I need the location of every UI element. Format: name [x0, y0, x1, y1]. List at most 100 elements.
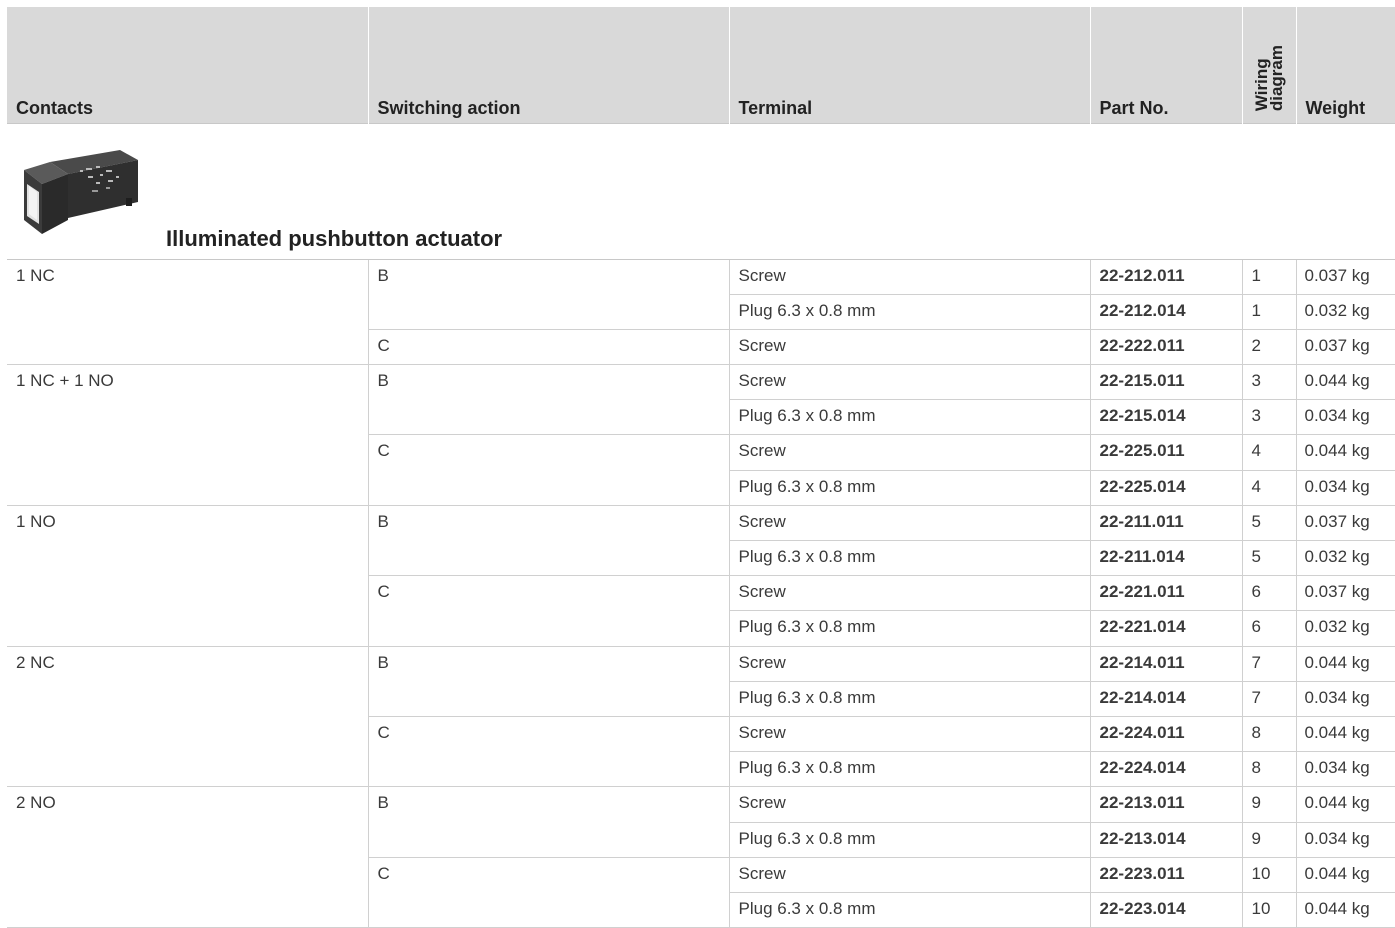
cell-contacts: [7, 751, 369, 788]
cell-contacts: 1 NO: [7, 504, 369, 541]
cell-wiring-diagram: 6: [1241, 610, 1297, 647]
cell-terminal: Plug 6.3 x 0.8 mm: [728, 293, 1091, 330]
cell-weight: 0.044 kg: [1295, 434, 1395, 471]
cell-wiring-diagram: 8: [1241, 751, 1297, 788]
cell-part-no: 22-212.011: [1089, 258, 1243, 295]
cell-weight: 0.032 kg: [1295, 539, 1395, 577]
cell-contacts: 1 NC + 1 NO: [7, 364, 369, 400]
cell-wiring-diagram: 5: [1241, 504, 1297, 542]
cell-switching-action: [367, 892, 730, 928]
cell-weight: 0.034 kg: [1295, 469, 1395, 506]
header-wiring-diagram-label: Wiring diagram: [1252, 45, 1286, 112]
section-header: Illuminated pushbutton actuator: [7, 124, 1395, 258]
cell-wiring-diagram: 4: [1241, 469, 1297, 506]
cell-switching-action: C: [367, 715, 730, 752]
cell-terminal: Plug 6.3 x 0.8 mm: [728, 751, 1091, 788]
cell-weight: 0.034 kg: [1295, 751, 1395, 788]
cell-wiring-diagram: 3: [1241, 399, 1297, 436]
cell-part-no: 22-215.011: [1089, 364, 1243, 401]
cell-contacts: [7, 540, 369, 576]
table-row: C Screw 22-222.011 2 0.037 kg: [7, 328, 1395, 366]
cell-contacts: [7, 470, 369, 506]
table-row: C Screw 22-221.011 6 0.037 kg: [7, 575, 1395, 612]
cell-wiring-diagram: 1: [1241, 258, 1297, 295]
cell-switching-action: [367, 540, 730, 577]
cell-part-no: 22-223.014: [1089, 891, 1243, 928]
cell-terminal: Screw: [728, 364, 1091, 401]
table-row: C Screw 22-225.011 4 0.044 kg: [7, 434, 1395, 471]
cell-part-no: 22-222.011: [1089, 328, 1243, 366]
cell-weight: 0.034 kg: [1295, 680, 1395, 717]
cell-part-no: 22-225.011: [1089, 434, 1243, 471]
cell-part-no: 22-211.011: [1089, 504, 1243, 542]
pushbutton-switch-product-image: [24, 150, 138, 234]
cell-part-no: 22-224.014: [1089, 751, 1243, 788]
section-title: Illuminated pushbutton actuator: [166, 226, 503, 251]
cell-weight: 0.037 kg: [1295, 328, 1395, 366]
cell-weight: 0.032 kg: [1295, 610, 1395, 647]
cell-switching-action: B: [367, 504, 730, 541]
header-part-no: Part No.: [1089, 7, 1243, 123]
cell-terminal: Plug 6.3 x 0.8 mm: [728, 891, 1091, 928]
cell-wiring-diagram: 8: [1241, 715, 1297, 753]
cell-terminal: Screw: [728, 328, 1091, 366]
cell-part-no: 22-214.014: [1089, 680, 1243, 717]
cell-terminal: Plug 6.3 x 0.8 mm: [728, 610, 1091, 647]
cell-part-no: 22-212.014: [1089, 293, 1243, 330]
cell-terminal: Plug 6.3 x 0.8 mm: [728, 399, 1091, 436]
cell-switching-action: [367, 681, 730, 717]
header-wiring-diagram: Wiring diagram: [1241, 7, 1297, 123]
cell-weight: 0.044 kg: [1295, 364, 1395, 401]
cell-contacts: [7, 857, 369, 893]
cell-contacts: [7, 434, 369, 471]
cell-wiring-diagram: 10: [1241, 891, 1297, 928]
header-switching-action: Switching action: [367, 7, 730, 123]
section-cell: Illuminated pushbutton actuator: [7, 122, 1395, 260]
cell-wiring-diagram: 3: [1241, 364, 1297, 401]
cell-contacts: [7, 892, 369, 928]
cell-terminal: Screw: [728, 856, 1091, 893]
cell-wiring-diagram: 7: [1241, 680, 1297, 717]
cell-switching-action: [367, 294, 730, 330]
cell-part-no: 22-214.011: [1089, 645, 1243, 682]
cell-terminal: Screw: [728, 645, 1091, 682]
cell-switching-action: [367, 822, 730, 858]
header-weight: Weight: [1295, 7, 1395, 123]
cell-terminal: Screw: [728, 258, 1091, 295]
table-row: C Screw 22-224.011 8 0.044 kg: [7, 715, 1395, 753]
header-row: Contacts Switching action Terminal Part …: [7, 7, 1395, 123]
table-row: Plug 6.3 x 0.8 mm 22-225.014 4 0.034 kg: [7, 469, 1395, 506]
table-row: Plug 6.3 x 0.8 mm 22-213.014 9 0.034 kg: [7, 821, 1395, 858]
cell-weight: 0.044 kg: [1295, 891, 1395, 928]
cell-weight: 0.034 kg: [1295, 821, 1395, 858]
cell-part-no: 22-213.014: [1089, 821, 1243, 858]
cell-weight: 0.037 kg: [1295, 258, 1395, 295]
cell-contacts: [7, 575, 369, 611]
cell-switching-action: B: [367, 786, 730, 822]
cell-wiring-diagram: 9: [1241, 786, 1297, 823]
cell-wiring-diagram: 6: [1241, 575, 1297, 612]
cell-weight: 0.032 kg: [1295, 293, 1395, 330]
cell-contacts: [7, 610, 369, 647]
cell-terminal: Plug 6.3 x 0.8 mm: [728, 539, 1091, 577]
cell-contacts: [7, 681, 369, 717]
table-row: Plug 6.3 x 0.8 mm 22-215.014 3 0.034 kg: [7, 399, 1395, 436]
cell-weight: 0.044 kg: [1295, 715, 1395, 753]
cell-switching-action: [367, 470, 730, 506]
cell-weight: 0.034 kg: [1295, 399, 1395, 436]
cell-part-no: 22-225.014: [1089, 469, 1243, 506]
cell-switching-action: C: [367, 575, 730, 611]
cell-part-no: 22-215.014: [1089, 399, 1243, 436]
cell-wiring-diagram: 2: [1241, 328, 1297, 366]
table-row: Plug 6.3 x 0.8 mm 22-211.014 5 0.032 kg: [7, 539, 1395, 577]
cell-part-no: 22-221.011: [1089, 575, 1243, 612]
cell-terminal: Screw: [728, 434, 1091, 471]
table-row: 1 NC + 1 NO B Screw 22-215.011 3 0.044 kg: [7, 364, 1395, 401]
cell-weight: 0.044 kg: [1295, 856, 1395, 893]
cell-switching-action: [367, 751, 730, 788]
cell-terminal: Screw: [728, 786, 1091, 823]
header-wiring-line2: diagram: [1267, 45, 1286, 112]
cell-weight: 0.037 kg: [1295, 504, 1395, 542]
cell-wiring-diagram: 5: [1241, 539, 1297, 577]
cell-part-no: 22-223.011: [1089, 856, 1243, 893]
